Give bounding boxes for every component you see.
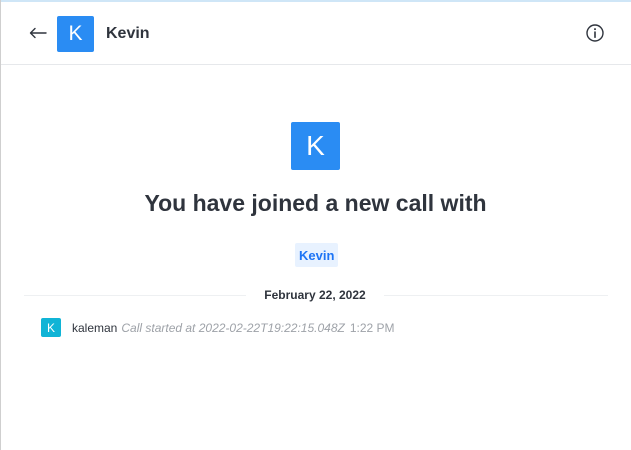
room-avatar[interactable]: K bbox=[57, 16, 94, 52]
intro-avatar-letter: K bbox=[306, 130, 325, 161]
date-divider: February 22, 2022 bbox=[264, 288, 366, 302]
user-mention[interactable]: Kevin bbox=[295, 243, 339, 267]
intro-heading: You have joined a new call with bbox=[144, 190, 487, 216]
message-text: Call started at 2022-02-22T19:22:15.048Z bbox=[121, 320, 345, 335]
message-avatar-letter: K bbox=[46, 320, 55, 335]
arrow-left-icon bbox=[29, 27, 47, 39]
window-left-border bbox=[0, 0, 1, 450]
intro-avatar: K bbox=[291, 122, 340, 170]
room-info-button[interactable] bbox=[585, 23, 605, 43]
message-timestamp: 1:22 PM bbox=[349, 320, 395, 335]
room-title[interactable]: Kevin bbox=[106, 25, 150, 43]
info-icon bbox=[586, 24, 604, 42]
message-item: K kaleman Call started at 2022-02-22T19:… bbox=[41, 318, 395, 337]
room-avatar-letter: K bbox=[68, 22, 83, 45]
room-header: K Kevin bbox=[1, 2, 631, 65]
back-button[interactable] bbox=[27, 22, 49, 44]
message-username[interactable]: kaleman bbox=[72, 321, 117, 335]
date-divider-line-left bbox=[24, 295, 246, 296]
date-divider-line-right bbox=[384, 295, 608, 296]
message-avatar[interactable]: K bbox=[41, 318, 61, 337]
